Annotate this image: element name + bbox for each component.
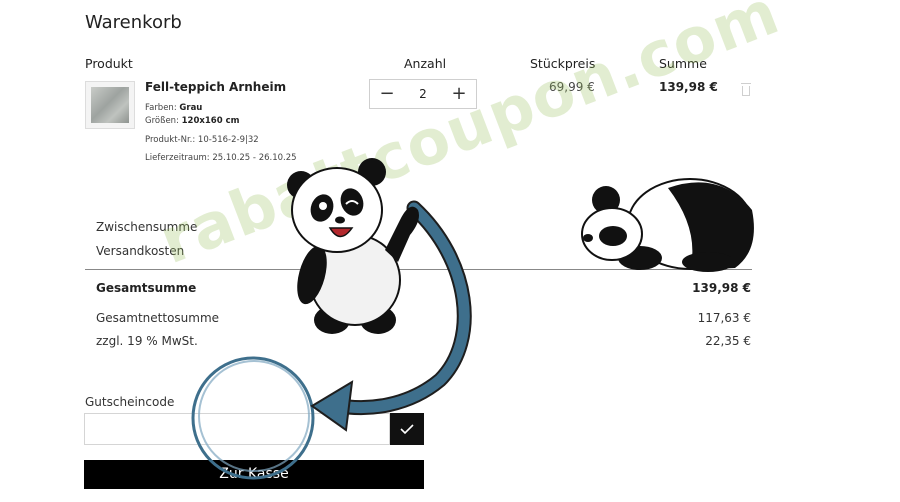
product-color-label: Farben: xyxy=(145,103,177,113)
check-icon xyxy=(400,424,414,435)
coupon-input[interactable] xyxy=(84,413,390,445)
panda-sleeping-icon xyxy=(581,178,754,272)
product-image[interactable] xyxy=(85,81,135,129)
column-header-product: Produkt xyxy=(85,56,133,71)
product-color-value: Grau xyxy=(179,103,203,113)
net-total-label: Gesamtnettosumme xyxy=(96,311,220,325)
apply-coupon-button[interactable] xyxy=(390,413,424,445)
product-size-value: 120x160 cm xyxy=(181,116,240,126)
curved-arrow-icon xyxy=(310,200,472,432)
total-label: Gesamtsumme xyxy=(96,281,197,295)
column-header-quantity: Anzahl xyxy=(404,56,447,71)
vat-label: zzgl. 19 % MwSt. xyxy=(96,334,198,348)
vat-value: 22,35 € xyxy=(705,334,751,348)
decrease-quantity-button[interactable]: − xyxy=(372,80,402,108)
net-total-value: 117,63 € xyxy=(697,311,751,325)
product-number: Produkt-Nr.: 10-516-2-9|32 xyxy=(145,135,259,145)
product-size: Größen: 120x160 cm xyxy=(145,116,239,126)
coupon-label: Gutscheincode xyxy=(85,395,175,409)
product-color: Farben: Grau xyxy=(145,103,202,113)
total-value: 139,98 € xyxy=(692,281,751,295)
product-name[interactable]: Fell-teppich Arnheim xyxy=(145,80,286,94)
checkout-button[interactable]: Zur Kasse xyxy=(84,460,424,489)
product-size-label: Größen: xyxy=(145,116,179,126)
trash-icon[interactable] xyxy=(741,83,751,96)
page-title: Warenkorb xyxy=(85,12,182,33)
